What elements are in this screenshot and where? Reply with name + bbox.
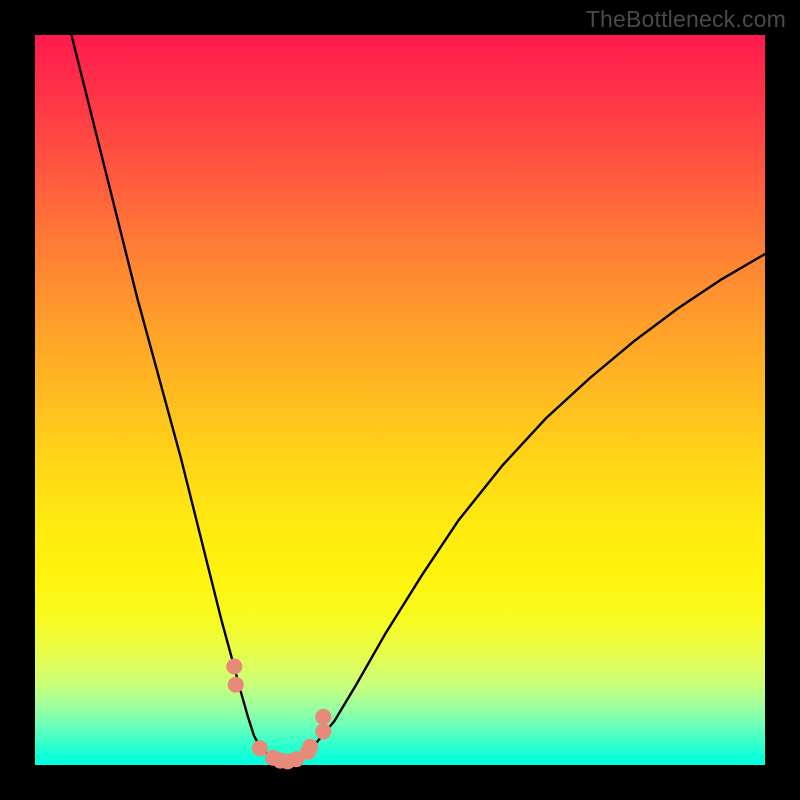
chart-plot-area — [35, 35, 765, 765]
right-curve — [287, 254, 765, 763]
chart-frame: TheBottleneck.com — [0, 0, 800, 800]
chart-svg — [35, 35, 765, 765]
left-curve — [72, 35, 287, 763]
chart-markers — [226, 658, 331, 769]
watermark-text: TheBottleneck.com — [586, 6, 786, 33]
